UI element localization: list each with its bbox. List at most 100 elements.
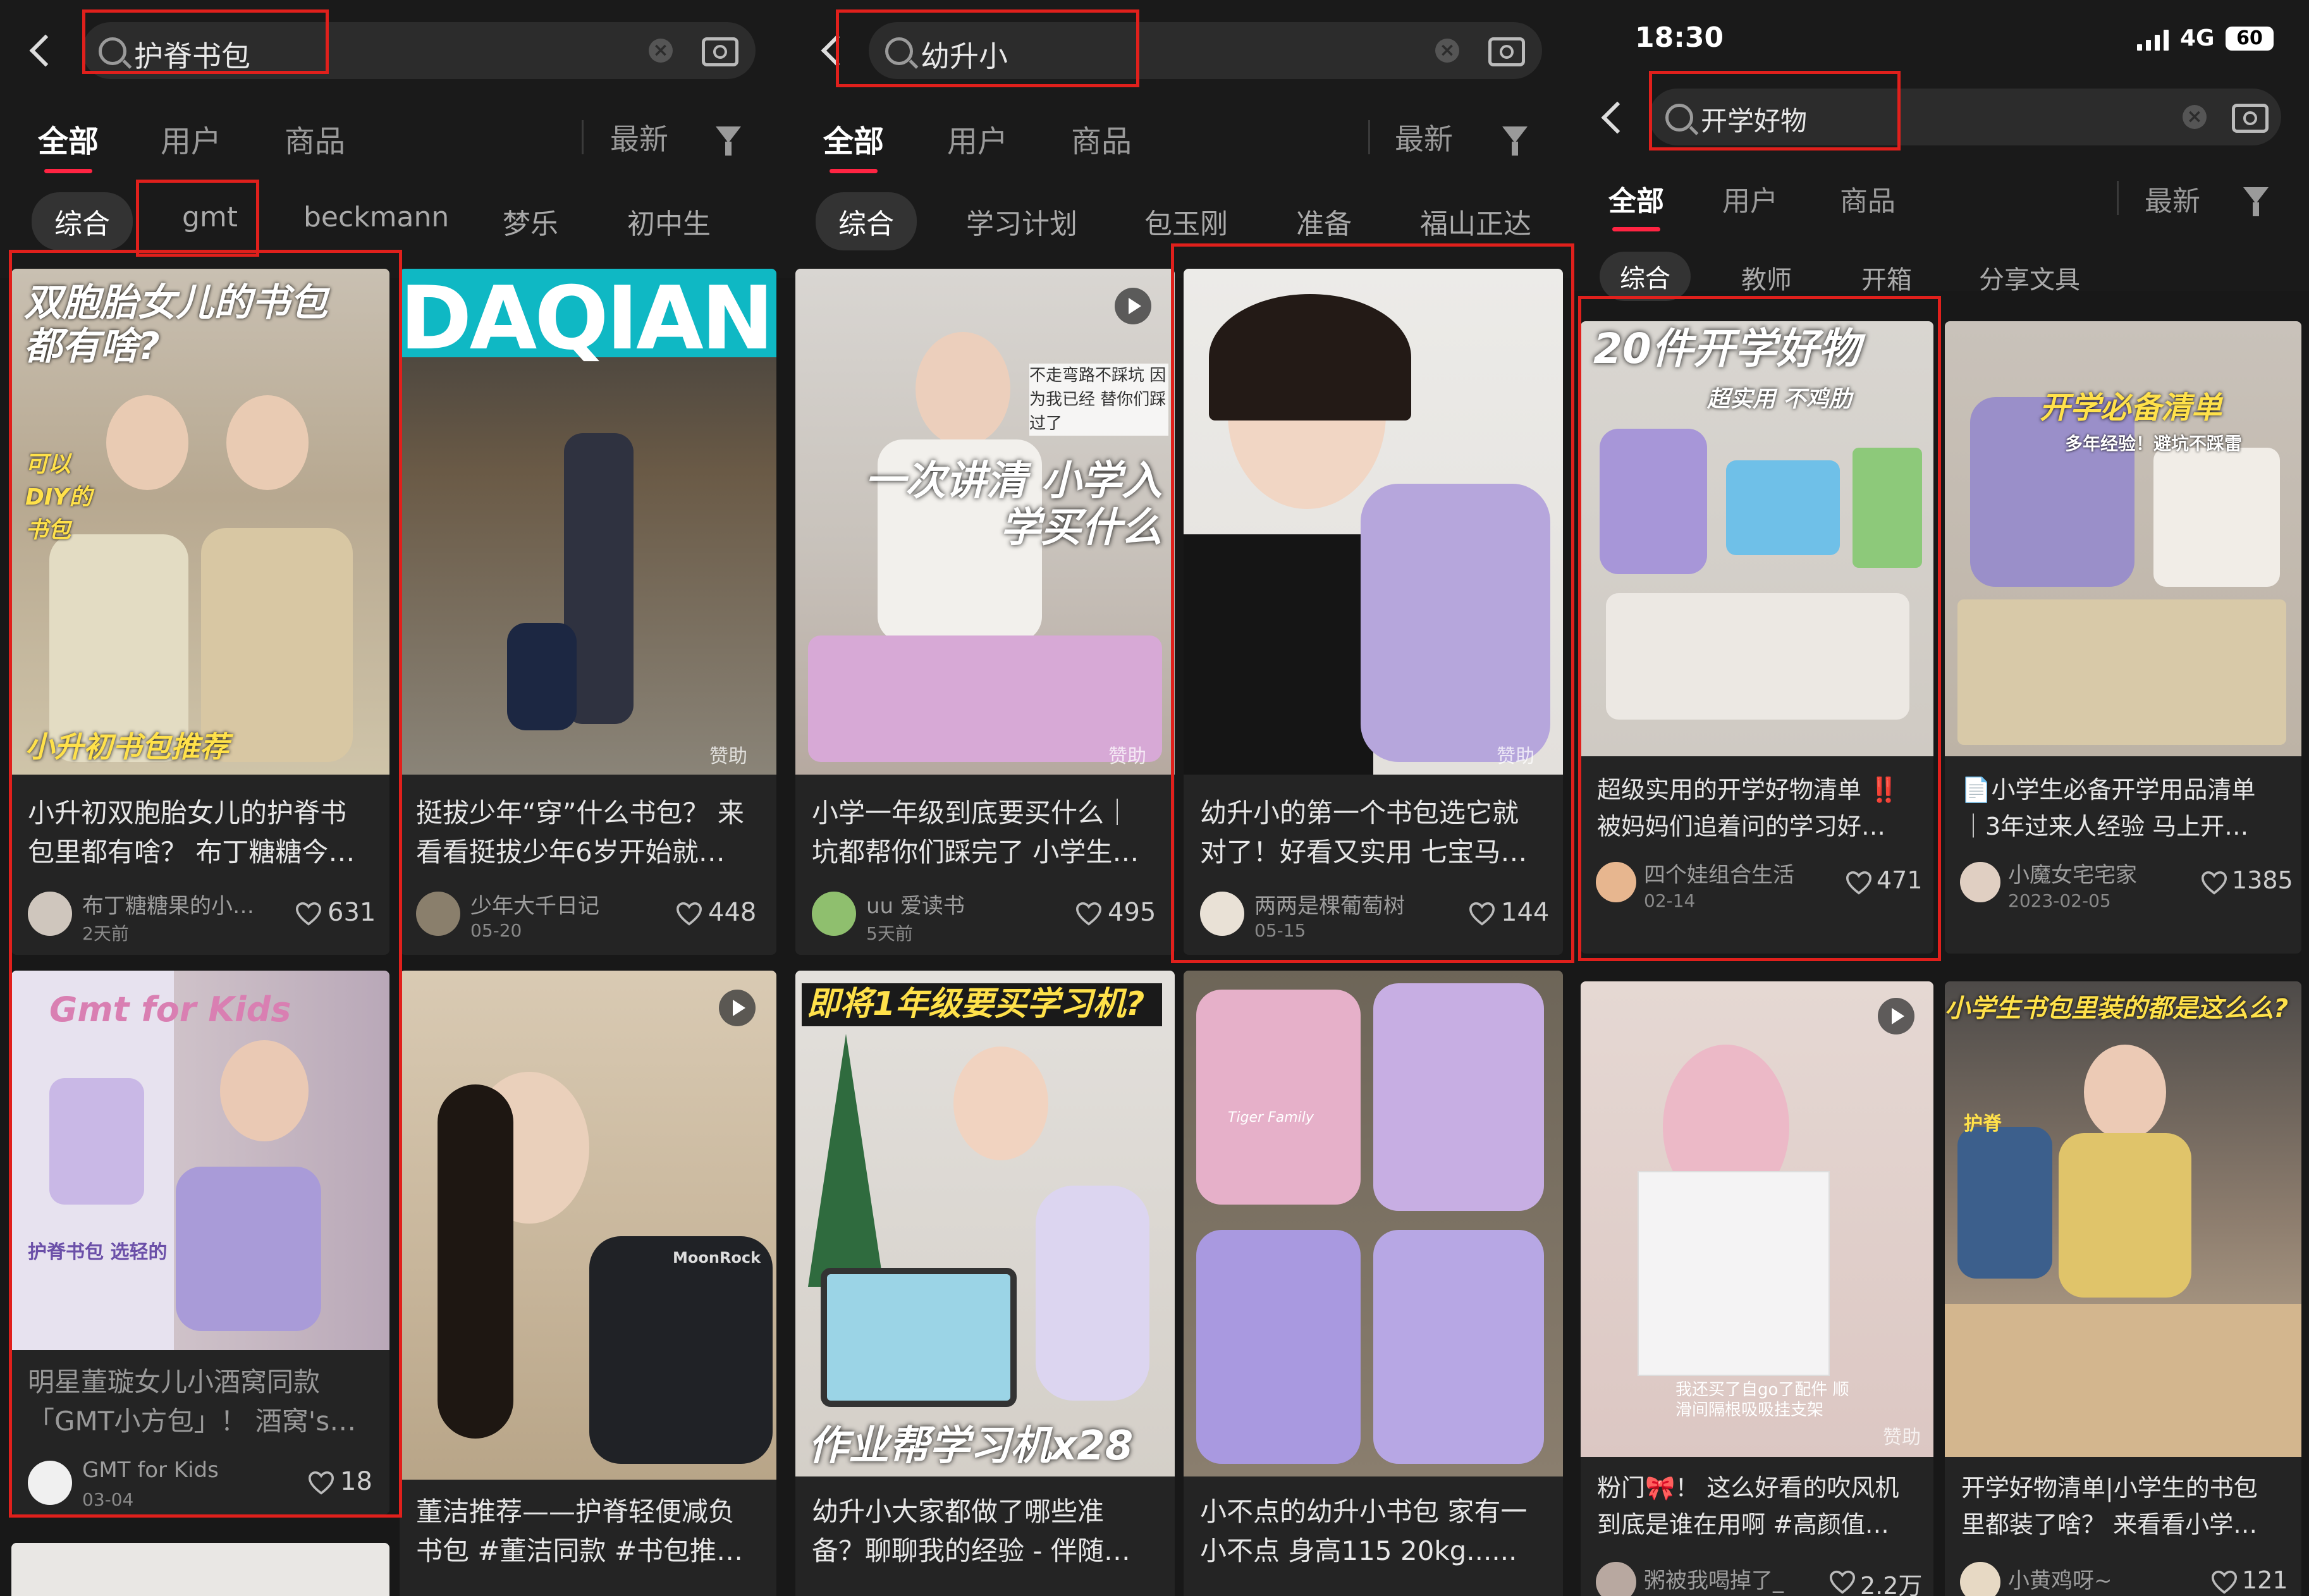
backpack-shape bbox=[1957, 1127, 2052, 1279]
like-count: 495 bbox=[1108, 898, 1156, 927]
note-title[interactable]: 开学好物清单|小学生的书包 里都装了啥？ 来看看小学… bbox=[1961, 1470, 2285, 1548]
backpack-shape bbox=[589, 1236, 773, 1464]
chip-teacher[interactable]: 教师 bbox=[1741, 259, 1792, 296]
chip-stationery[interactable]: 分享文具 bbox=[1979, 259, 2080, 296]
chip-junior-high[interactable]: 初中生 bbox=[627, 201, 711, 242]
chip-beckmann[interactable]: beckmann bbox=[303, 201, 449, 233]
note-card[interactable]: 我还买了自go了配件 顺滑间隔根吸吸挂支架 赞助 粉门🎀！ 这么好看的吹风机 到底… bbox=[1581, 981, 1933, 1596]
avatar[interactable] bbox=[416, 892, 460, 936]
avatar[interactable] bbox=[1960, 862, 2000, 902]
tab-all[interactable]: 全部 bbox=[1608, 178, 1664, 231]
stationery-shape bbox=[1945, 1304, 2301, 1457]
annotation-box-query bbox=[836, 9, 1139, 87]
note-card[interactable]: 小学生书包里装的都是这么么? 护脊 开学好物清单|小学生的书包 里都装了啥？ 来看… bbox=[1945, 981, 2301, 1596]
annotation-box-chip bbox=[136, 180, 259, 257]
chip-comprehensive[interactable]: 综合 bbox=[32, 192, 133, 250]
card-thumbnail bbox=[400, 971, 776, 1480]
tab-products[interactable]: 商品 bbox=[1840, 178, 1896, 219]
chip-comprehensive[interactable]: 综合 bbox=[1600, 252, 1691, 301]
note-title[interactable]: 📄小学生必备开学用品清单 ｜3年过来人经验 马上开… bbox=[1961, 771, 2285, 850]
camera-icon[interactable] bbox=[1488, 37, 1525, 66]
camera-icon[interactable] bbox=[702, 37, 738, 66]
divider bbox=[582, 120, 584, 154]
thumbnail-caption: 护脊 bbox=[1964, 1113, 2002, 1135]
annotation-box-card bbox=[1578, 296, 1941, 961]
heart-icon[interactable] bbox=[2210, 1569, 2238, 1595]
tab-users[interactable]: 用户 bbox=[161, 116, 221, 161]
annotation-box-query bbox=[1649, 71, 1901, 150]
note-card[interactable]: 即将1年级要买学习机? 作业帮学习机x28 幼升小大家都做了哪些准 备？聊聊我的经… bbox=[795, 971, 1175, 1596]
author-name[interactable]: 小魔女宅宅家 bbox=[2008, 857, 2137, 888]
battery-icon: 60 bbox=[2226, 27, 2274, 51]
clear-icon[interactable]: × bbox=[649, 39, 673, 63]
tab-all[interactable]: 全部 bbox=[38, 116, 99, 173]
chip-study-plan[interactable]: 学习计划 bbox=[966, 201, 1077, 242]
avatar[interactable] bbox=[1596, 1562, 1636, 1596]
filter-icon[interactable] bbox=[1502, 126, 1528, 156]
note-title[interactable]: 小学一年级到底要买什么｜ 坑都帮你们踩完了 小学生… bbox=[812, 794, 1158, 872]
note-card[interactable]: DAQIAN 赞助 挺拔少年“穿”什么书包？ 来看看挺拔少年6岁开始就… 少年大… bbox=[400, 269, 776, 955]
heart-icon[interactable] bbox=[1075, 901, 1103, 926]
sort-latest[interactable]: 最新 bbox=[1395, 116, 1453, 158]
video-play-icon bbox=[719, 990, 756, 1026]
card-thumbnail bbox=[1945, 981, 2301, 1457]
note-card[interactable]: Tiger Family 小不点的幼升小书包 家有一 小不点 身高115 20kg… bbox=[1184, 971, 1563, 1596]
hair-shape bbox=[438, 1084, 513, 1439]
chip-unboxing[interactable]: 开箱 bbox=[1861, 259, 1912, 296]
annotation-box-cards bbox=[9, 250, 402, 1518]
note-title[interactable]: 粉门🎀！ 这么好看的吹风机 到底是谁在用啊 #高颜值… bbox=[1597, 1470, 1917, 1548]
note-title[interactable]: 幼升小大家都做了哪些准 备？聊聊我的经验 - 伴随… bbox=[812, 1492, 1158, 1571]
tab-products[interactable]: 商品 bbox=[285, 116, 345, 161]
backpack-shape bbox=[1373, 983, 1544, 1211]
heart-icon[interactable] bbox=[1828, 1569, 1856, 1595]
thumbnail-caption: 作业帮学习机x28 bbox=[808, 1423, 1134, 1470]
note-card[interactable]: 开学必备清单 多年经验！避坑不踩雷 📄小学生必备开学用品清单 ｜3年过来人经验 马… bbox=[1945, 321, 2301, 954]
tab-users[interactable]: 用户 bbox=[947, 116, 1008, 161]
heart-icon[interactable] bbox=[2200, 870, 2228, 895]
thumbnail-caption: 即将1年级要买学习机? bbox=[802, 983, 1162, 1026]
thumbnail-caption: 开学必备清单 bbox=[2040, 390, 2222, 426]
author-name[interactable]: 粥被我喝掉了_ bbox=[1644, 1563, 1784, 1594]
heart-icon[interactable] bbox=[675, 901, 703, 926]
chip-fushan[interactable]: 福山正达 bbox=[1420, 201, 1531, 242]
annotation-box-query bbox=[82, 9, 329, 74]
camera-icon[interactable] bbox=[2232, 104, 2269, 133]
filter-icon[interactable] bbox=[716, 126, 741, 156]
clear-icon[interactable]: × bbox=[1435, 39, 1459, 63]
author-name[interactable]: uu 爱读书 bbox=[866, 888, 965, 919]
tab-users[interactable]: 用户 bbox=[1722, 178, 1778, 219]
backpack-shape bbox=[1373, 1230, 1544, 1464]
chip-prepare[interactable]: 准备 bbox=[1296, 201, 1352, 242]
note-title[interactable]: 挺拔少年“穿”什么书包？ 来看看挺拔少年6岁开始就… bbox=[416, 794, 760, 872]
post-date: 05-20 bbox=[470, 920, 522, 941]
clear-icon[interactable]: × bbox=[2183, 105, 2207, 129]
divider bbox=[2117, 181, 2119, 215]
chip-comprehensive[interactable]: 综合 bbox=[816, 192, 917, 250]
chip-mengle[interactable]: 梦乐 bbox=[503, 201, 558, 242]
video-play-icon bbox=[1115, 288, 1151, 324]
brand-logo: MoonRock bbox=[673, 1249, 761, 1267]
device-shape bbox=[2153, 448, 2280, 587]
note-card[interactable]: MoonRock 董洁推荐——护脊轻便减负 书包 #董洁同款 #书包推… bbox=[400, 971, 776, 1596]
thumbnail-caption: 小学生书包里装的都是这么么? bbox=[1945, 994, 2289, 1023]
sort-latest[interactable]: 最新 bbox=[2145, 178, 2200, 219]
search-panel-1: 护脊书包 × 全部 用户 商品 最新 综合 gmt beckmann 梦乐 初中… bbox=[0, 0, 788, 1596]
filter-icon[interactable] bbox=[2243, 187, 2269, 216]
author-name[interactable]: 小黄鸡呀~ bbox=[2008, 1563, 2112, 1594]
chip-baoyugang[interactable]: 包玉刚 bbox=[1144, 201, 1228, 242]
avatar[interactable] bbox=[1960, 1562, 2000, 1596]
thumbnail-caption: 我还买了自go了配件 顺滑间隔根吸吸挂支架 bbox=[1675, 1380, 1849, 1420]
note-card[interactable]: 不走弯路不踩坑 因为我已经 替你们踩过了 一次讲清 小学入学买什么 赞助 小学一… bbox=[795, 269, 1175, 955]
tab-all[interactable]: 全部 bbox=[823, 116, 884, 173]
card-thumbnail bbox=[1184, 971, 1563, 1476]
signal-icon bbox=[2137, 29, 2172, 51]
like-count: 2.2万 bbox=[1860, 1572, 1923, 1596]
note-card[interactable] bbox=[11, 1543, 389, 1596]
author-name[interactable]: 少年大千日记 bbox=[470, 888, 599, 919]
avatar[interactable] bbox=[812, 892, 856, 936]
child-shape bbox=[1036, 1186, 1149, 1401]
sort-latest[interactable]: 最新 bbox=[610, 116, 668, 158]
note-title[interactable]: 董洁推荐——护脊轻便减负 书包 #董洁同款 #书包推… bbox=[416, 1492, 760, 1571]
note-title[interactable]: 小不点的幼升小书包 家有一 小不点 身高115 20kg...... bbox=[1200, 1492, 1546, 1571]
tab-products[interactable]: 商品 bbox=[1071, 116, 1132, 161]
